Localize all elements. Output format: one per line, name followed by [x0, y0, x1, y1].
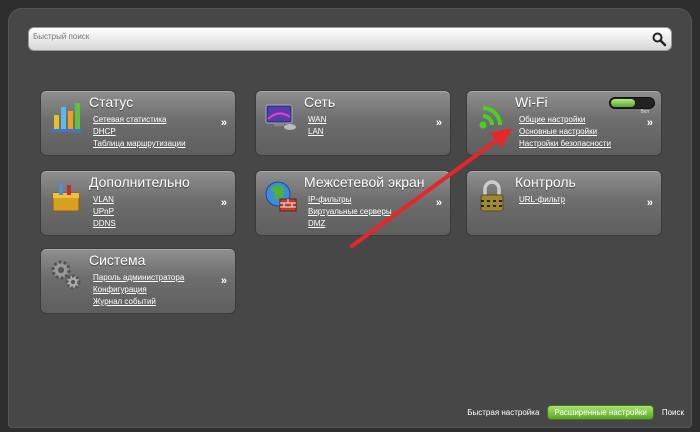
chevron-right-icon: » — [646, 197, 653, 209]
tile-system-title: Система — [89, 252, 146, 268]
link-security-settings[interactable]: Настройки безопасности — [519, 139, 611, 148]
bar-chart-icon — [49, 99, 83, 133]
bottom-navigation: Быстрая настройка Расширенные настройки … — [467, 405, 684, 420]
link-ip-filters[interactable]: IP-фильтры — [308, 195, 351, 204]
tile-advanced-title: Дополнительно — [89, 174, 190, 190]
quick-search-input[interactable] — [33, 30, 633, 42]
link-routing-table[interactable]: Таблица маршрутизации — [93, 139, 186, 148]
chevron-right-icon: » — [220, 117, 227, 129]
link-general-settings[interactable]: Общие настройки — [519, 115, 585, 124]
link-dhcp[interactable]: DHCP — [93, 127, 116, 136]
globe-firewall-icon — [264, 179, 298, 213]
tile-wifi-title: Wi-Fi — [515, 94, 548, 110]
tile-control-title: Контроль — [515, 174, 576, 190]
chevron-right-icon: » — [220, 275, 227, 287]
link-dmz[interactable]: DMZ — [308, 219, 325, 228]
tile-control[interactable]: Контроль URL-фильтр » — [466, 170, 662, 236]
link-upnp[interactable]: UPnP — [93, 207, 114, 216]
tile-status[interactable]: Статус Сетевая статистика DHCP Таблица м… — [40, 90, 236, 156]
link-network-statistics[interactable]: Сетевая статистика — [93, 115, 166, 124]
advanced-settings-button[interactable]: Расширенные настройки — [547, 405, 654, 420]
padlock-icon — [475, 179, 509, 213]
wifi-toggle-label: Вкл — [640, 109, 650, 115]
tile-firewall-title: Межсетевой экран — [304, 174, 425, 190]
link-lan[interactable]: LAN — [308, 127, 324, 136]
quick-setup-button[interactable]: Быстрая настройка — [467, 408, 539, 417]
link-configuration[interactable]: Конфигурация — [93, 285, 147, 294]
link-url-filter[interactable]: URL-фильтр — [519, 195, 565, 204]
chevron-right-icon: » — [220, 197, 227, 209]
chevron-right-icon: » — [435, 197, 442, 209]
gears-icon — [49, 257, 83, 291]
wifi-icon — [475, 99, 509, 133]
wifi-toggle[interactable] — [609, 97, 655, 109]
tile-network[interactable]: Сеть WAN LAN » — [255, 90, 451, 156]
tile-firewall[interactable]: Межсетевой экран IP-фильтры Виртуальные … — [255, 170, 451, 236]
network-icon — [264, 99, 298, 133]
tile-wifi[interactable]: Wi-Fi Вкл Общие настройки Основные настр… — [466, 90, 662, 156]
link-wan[interactable]: WAN — [308, 115, 326, 124]
link-ddns[interactable]: DDNS — [93, 219, 116, 228]
chevron-right-icon: » — [646, 117, 653, 129]
tile-system[interactable]: Система Пароль администратора Конфигурац… — [40, 248, 236, 314]
link-event-log[interactable]: Журнал событий — [93, 297, 156, 306]
tools-box-icon — [49, 179, 83, 213]
search-button[interactable]: Поиск — [662, 408, 684, 417]
tile-network-title: Сеть — [304, 94, 336, 110]
wifi-toggle-knob — [611, 99, 635, 107]
link-admin-password[interactable]: Пароль администратора — [93, 273, 184, 282]
tile-status-title: Статус — [89, 94, 134, 110]
link-basic-settings[interactable]: Основные настройки — [519, 127, 597, 136]
chevron-right-icon: » — [435, 117, 442, 129]
link-vlan[interactable]: VLAN — [93, 195, 114, 204]
search-icon[interactable] — [651, 31, 667, 47]
link-virtual-servers[interactable]: Виртуальные серверы — [308, 207, 392, 216]
quick-search-bar — [28, 27, 672, 51]
tile-advanced[interactable]: Дополнительно VLAN UPnP DDNS » — [40, 170, 236, 236]
